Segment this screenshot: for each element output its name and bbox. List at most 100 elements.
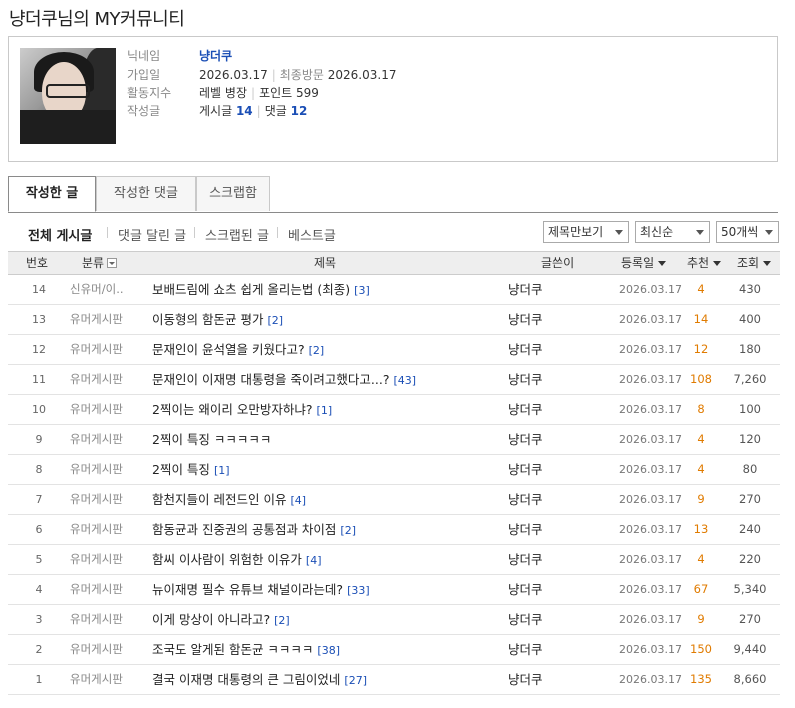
post-author[interactable]: 냥더쿠 xyxy=(508,395,543,424)
post-views: 7,260 xyxy=(733,372,767,386)
post-title-link[interactable]: 결국 이재명 대통령의 큰 그림이었네 xyxy=(152,672,340,687)
col-recommend[interactable]: 추천 xyxy=(687,252,722,274)
avatar xyxy=(20,48,116,144)
last-visit-date: 2026.03.17 xyxy=(327,68,397,82)
post-author[interactable]: 냥더쿠 xyxy=(508,425,543,454)
table-row: 2 유머게시판 조국도 알게된 함돈균 ㅋㅋㅋㅋ [38] 냥더쿠 2026.03.17 1… xyxy=(8,635,780,665)
post-date: 2026.03.17 xyxy=(619,553,682,566)
filter-scrapped-posts[interactable]: 스크랩된 글 xyxy=(205,225,269,244)
post-category[interactable]: 신유머/이.. xyxy=(70,275,124,304)
col-views[interactable]: 조회 xyxy=(737,252,772,274)
category-filter-icon[interactable] xyxy=(107,258,118,268)
post-category[interactable]: 유머게시판 xyxy=(70,485,123,514)
comment-count[interactable]: [27] xyxy=(344,674,367,687)
sort-value: 최신순 xyxy=(640,225,674,239)
post-title-cell: 뉴이재명 필수 유튜브 채널이라는데? [33] xyxy=(152,575,370,605)
post-author[interactable]: 냥더쿠 xyxy=(508,335,543,364)
post-title-link[interactable]: 함동균과 진중권의 공통점과 차이점 xyxy=(152,522,336,537)
post-number: 4 xyxy=(35,583,43,596)
post-views: 270 xyxy=(739,612,761,626)
col-category[interactable]: 분류 xyxy=(82,252,118,274)
post-category[interactable]: 유머게시판 xyxy=(70,455,123,484)
comment-count[interactable]: [1] xyxy=(214,464,230,477)
post-title-link[interactable]: 보배드림에 쇼츠 쉽게 올리는법 (최종) xyxy=(152,282,350,297)
table-row: 13 유머게시판 이동형의 함돈균 평가 [2] 냥더쿠 2026.03.17 14 400 xyxy=(8,305,780,335)
comment-count[interactable]: [3] xyxy=(354,284,370,297)
post-category[interactable]: 유머게시판 xyxy=(70,605,123,634)
post-title-link[interactable]: 조국도 알게된 함돈균 ㅋㅋㅋㅋ xyxy=(152,642,313,657)
post-category[interactable]: 유머게시판 xyxy=(70,335,123,364)
comment-count[interactable]: [4] xyxy=(306,554,322,567)
comment-count[interactable]: [2] xyxy=(309,344,325,357)
post-recommend: 12 xyxy=(693,342,709,356)
sort-down-icon xyxy=(713,261,722,266)
post-title-link[interactable]: 2찍이는 왜이리 오만방자하냐? xyxy=(152,402,313,417)
post-author[interactable]: 냥더쿠 xyxy=(508,485,543,514)
filter-commented-posts[interactable]: 댓글 달린 글 xyxy=(118,225,186,244)
nickname[interactable]: 냥더쿠 xyxy=(199,47,232,64)
comment-count[interactable]: [38] xyxy=(317,644,340,657)
comment-count[interactable]: [2] xyxy=(267,314,283,327)
view-mode-select[interactable]: 제목만보기 xyxy=(543,221,629,243)
post-recommend: 14 xyxy=(693,312,709,326)
post-views: 80 xyxy=(742,462,758,476)
post-category[interactable]: 유머게시판 xyxy=(70,305,123,334)
post-author[interactable]: 냥더쿠 xyxy=(508,365,543,394)
post-date: 2026.03.17 xyxy=(619,403,682,416)
comment-count[interactable]: [4] xyxy=(290,494,306,507)
post-author[interactable]: 냥더쿠 xyxy=(508,515,543,544)
post-category[interactable]: 유머게시판 xyxy=(70,635,123,664)
post-author[interactable]: 냥더쿠 xyxy=(508,605,543,634)
post-author[interactable]: 냥더쿠 xyxy=(508,455,543,484)
post-title-link[interactable]: 2찍이 특징 ㅋㅋㅋㅋㅋ xyxy=(152,432,271,447)
post-category[interactable]: 유머게시판 xyxy=(70,545,123,574)
post-title-cell: 2찍이 특징 [1] xyxy=(152,455,230,485)
post-number: 1 xyxy=(35,673,43,686)
tab-bar: 작성한 글 작성한 댓글 스크랩함 xyxy=(8,176,778,213)
post-author[interactable]: 냥더쿠 xyxy=(508,275,543,304)
post-title-link[interactable]: 함씨 이사람이 위험한 이유가 xyxy=(152,552,302,567)
post-title-link[interactable]: 2찍이 특징 xyxy=(152,462,210,477)
comment-count[interactable]: [2] xyxy=(274,614,290,627)
col-date[interactable]: 등록일 xyxy=(621,252,667,274)
tab-my-posts[interactable]: 작성한 글 xyxy=(8,176,96,212)
post-category[interactable]: 유머게시판 xyxy=(70,575,123,604)
comment-count[interactable]: [1] xyxy=(317,404,333,417)
post-number: 7 xyxy=(35,493,43,506)
comment-count[interactable]: [33] xyxy=(347,584,370,597)
filter-all-posts[interactable]: 전체 게시글 xyxy=(28,225,92,244)
post-title-link[interactable]: 이게 망상이 아니라고? xyxy=(152,612,270,627)
post-author[interactable]: 냥더쿠 xyxy=(508,665,543,694)
post-title-link[interactable]: 이동형의 함돈균 평가 xyxy=(152,312,263,327)
post-category[interactable]: 유머게시판 xyxy=(70,395,123,424)
comment-count[interactable]: [2] xyxy=(340,524,356,537)
post-author[interactable]: 냥더쿠 xyxy=(508,545,543,574)
comment-count[interactable]: 12 xyxy=(291,104,308,118)
post-author[interactable]: 냥더쿠 xyxy=(508,635,543,664)
table-row: 9 유머게시판 2찍이 특징 ㅋㅋㅋㅋㅋ 냥더쿠 2026.03.17 4 120 xyxy=(8,425,780,455)
post-author[interactable]: 냥더쿠 xyxy=(508,575,543,604)
post-title-link[interactable]: 뉴이재명 필수 유튜브 채널이라는데? xyxy=(152,582,343,597)
per-page-select[interactable]: 50개씩 xyxy=(716,221,779,243)
post-category[interactable]: 유머게시판 xyxy=(70,365,123,394)
filter-best-posts[interactable]: 베스트글 xyxy=(288,225,336,244)
post-count[interactable]: 14 xyxy=(236,104,253,118)
col-author: 글쓴이 xyxy=(541,256,575,270)
tab-my-comments[interactable]: 작성한 댓글 xyxy=(96,176,196,211)
tab-scraps[interactable]: 스크랩함 xyxy=(196,176,270,211)
post-author[interactable]: 냥더쿠 xyxy=(508,305,543,334)
post-views: 270 xyxy=(739,492,761,506)
post-date: 2026.03.17 xyxy=(619,523,682,536)
table-row: 10 유머게시판 2찍이는 왜이리 오만방자하냐? [1] 냥더쿠 2026.03.17 8… xyxy=(8,395,780,425)
post-title-link[interactable]: 문재인이 이재명 대통령을 죽이려고했다고...? xyxy=(152,372,389,387)
post-category[interactable]: 유머게시판 xyxy=(70,515,123,544)
sort-select[interactable]: 최신순 xyxy=(635,221,710,243)
post-title-link[interactable]: 문재인이 윤석열을 키웠다고? xyxy=(152,342,305,357)
post-date: 2026.03.17 xyxy=(619,463,682,476)
post-title-link[interactable]: 함천지들이 레전드인 이유 xyxy=(152,492,286,507)
post-title-cell: 함씨 이사람이 위험한 이유가 [4] xyxy=(152,545,322,575)
comment-count[interactable]: [43] xyxy=(393,374,416,387)
post-category[interactable]: 유머게시판 xyxy=(70,425,123,454)
chevron-down-icon xyxy=(765,230,773,235)
post-category[interactable]: 유머게시판 xyxy=(70,665,123,694)
